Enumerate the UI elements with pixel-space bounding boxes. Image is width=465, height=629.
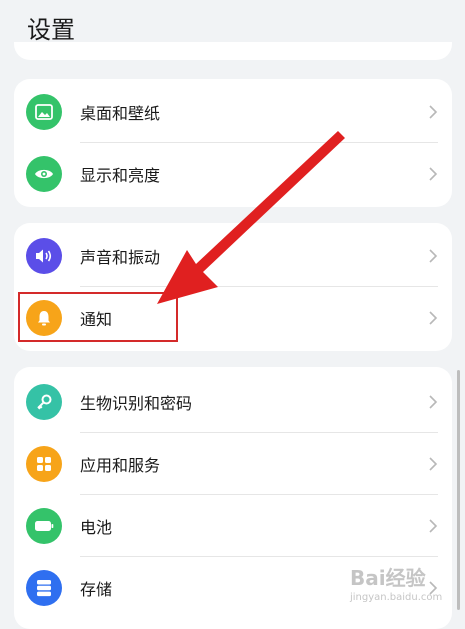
eye-icon (26, 156, 62, 192)
notification-highlight-box (18, 292, 178, 342)
scrollbar[interactable] (457, 370, 460, 610)
settings-item-label: 存储 (80, 580, 113, 599)
chevron-right-icon (429, 519, 438, 533)
watermark-logo: Bai经验 (350, 566, 426, 590)
chevron-right-icon (429, 311, 438, 325)
chevron-right-icon (429, 395, 438, 409)
chevron-right-icon (429, 249, 438, 263)
settings-item-label: 应用和服务 (80, 456, 161, 475)
settings-item-label: 声音和振动 (80, 248, 161, 267)
chevron-right-icon (429, 167, 438, 181)
settings-item-sound[interactable]: 声音和振动 (14, 225, 452, 287)
settings-item-biometrics[interactable]: 生物识别和密码 (14, 371, 452, 433)
grid-icon (26, 446, 62, 482)
settings-item-battery[interactable]: 电池 (14, 495, 452, 557)
speaker-icon (26, 238, 62, 274)
watermark-url: jingyan.baidu.com (350, 592, 443, 603)
settings-item-label: 电池 (80, 518, 113, 537)
settings-item-wallpaper[interactable]: 桌面和壁纸 (14, 81, 452, 143)
chevron-right-icon (429, 105, 438, 119)
key-icon (26, 384, 62, 420)
battery-icon (26, 508, 62, 544)
settings-item-display[interactable]: 显示和亮度 (14, 143, 452, 205)
page-title: 设置 (27, 16, 75, 44)
settings-item-apps[interactable]: 应用和服务 (14, 433, 452, 495)
settings-group-display: 桌面和壁纸 显示和亮度 (14, 79, 452, 207)
previous-card-edge (14, 42, 452, 60)
wallpaper-icon (26, 94, 62, 130)
settings-item-label: 桌面和壁纸 (80, 104, 161, 123)
chevron-right-icon (429, 457, 438, 471)
settings-item-label: 显示和亮度 (80, 166, 161, 185)
storage-icon (26, 570, 62, 606)
settings-item-label: 生物识别和密码 (80, 394, 193, 413)
